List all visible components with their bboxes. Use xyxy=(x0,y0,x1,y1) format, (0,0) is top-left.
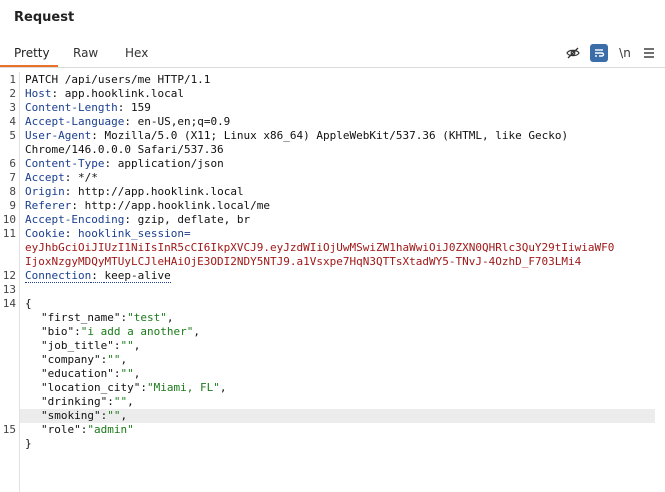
json-key: "education" xyxy=(41,367,114,380)
header-value: */* xyxy=(78,171,98,184)
header-name: Content-Length xyxy=(25,101,118,114)
line-number: 8 xyxy=(9,185,16,198)
header-name: Accept-Encoding xyxy=(25,213,125,226)
header-value: en-US,en;q=0.9 xyxy=(137,115,231,128)
header-line: User-Agent: Mozilla/5.0 (X11; Linux x86_… xyxy=(25,129,569,142)
line-number: 9 xyxy=(9,199,16,212)
json-field: "education":"", xyxy=(41,367,141,380)
line-number: 3 xyxy=(9,101,16,114)
header-value: http://app.hooklink.local xyxy=(78,185,244,198)
cookie-value: eyJhbGciOiJIUzI1NiIsInR5cCI6IkpXVCJ9.eyJ… xyxy=(25,241,615,254)
header-continuation: Chrome/146.0.0.0 Safari/537.36 xyxy=(25,143,224,156)
json-open-brace: { xyxy=(25,297,32,310)
panel-title: Request xyxy=(14,10,75,25)
line-number: 7 xyxy=(9,171,16,184)
json-key: "bio" xyxy=(41,325,75,338)
json-field: "drinking":"", xyxy=(41,395,134,408)
json-field: "job_title":"", xyxy=(41,339,141,352)
json-field: "location_city":"Miami, FL", xyxy=(41,381,227,394)
json-key: "role" xyxy=(41,423,81,436)
json-key: "drinking" xyxy=(41,395,108,408)
cookie-name: hooklink_session= xyxy=(78,227,191,240)
json-close-brace: } xyxy=(25,437,32,450)
header-line: Accept-Encoding: gzip, deflate, br xyxy=(25,213,251,226)
menu-icon[interactable] xyxy=(640,44,658,62)
line-number: 4 xyxy=(9,115,16,128)
line-number: 6 xyxy=(9,157,16,170)
header-value: app.hooklink.local xyxy=(64,87,184,100)
header-value: keep-alive xyxy=(104,269,171,283)
header-value: http://app.hooklink.local/me xyxy=(84,199,271,212)
header-line: Host: app.hooklink.local xyxy=(25,87,184,100)
tab-pretty[interactable]: Pretty xyxy=(14,41,50,65)
json-field: "smoking":"", xyxy=(41,409,128,422)
request-editor[interactable]: 1 2 3 4 5 6 7 8 9 10 11 12 13 14 15 PATC… xyxy=(0,72,665,492)
json-value: "" xyxy=(107,353,121,366)
json-value: "" xyxy=(107,409,121,422)
header-value: 159 xyxy=(130,101,151,114)
header-name: Cookie xyxy=(25,227,65,240)
line-number: 12 xyxy=(2,269,16,282)
tab-raw[interactable]: Raw xyxy=(73,41,98,65)
line-number: 5 xyxy=(9,129,16,142)
json-value: "admin" xyxy=(87,423,134,436)
header-name: Content-Type xyxy=(25,157,105,170)
json-value: "Miami, FL" xyxy=(146,381,220,394)
header-line: Origin: http://app.hooklink.local xyxy=(25,185,244,198)
header-name: Origin xyxy=(25,185,65,198)
json-key: "first_name" xyxy=(41,311,121,324)
json-value: "" xyxy=(120,367,134,380)
line-number-gutter: 1 2 3 4 5 6 7 8 9 10 11 12 13 14 15 xyxy=(0,72,20,492)
header-name: Accept xyxy=(25,171,65,184)
line-number: 13 xyxy=(2,283,16,296)
header-line: Referer: http://app.hooklink.local/me xyxy=(25,199,271,212)
json-key: "smoking" xyxy=(41,409,101,422)
json-field: "first_name":"test", xyxy=(41,311,174,324)
header-name: Referer xyxy=(25,199,72,212)
line-number: 15 xyxy=(2,423,16,436)
request-line: PATCH /api/users/me HTTP/1.1 xyxy=(25,73,211,86)
header-line: Accept-Language: en-US,en;q=0.9 xyxy=(25,115,231,128)
header-line: Accept: */* xyxy=(25,171,98,184)
header-name: Accept-Language xyxy=(25,115,125,128)
cookie-value: IjoxNzgyMDQyMTUyLCJleHAiOjE3ODI2NDY5NTJ9… xyxy=(25,255,582,268)
header-line: Content-Type: application/json xyxy=(25,157,224,170)
line-number: 14 xyxy=(2,297,16,310)
json-key: "job_title" xyxy=(41,339,114,352)
line-number: 11 xyxy=(2,227,16,240)
json-value: "i add a another" xyxy=(80,325,194,338)
json-field: "role":"admin" xyxy=(41,423,134,436)
header-name: Connection xyxy=(25,269,92,283)
json-value: "" xyxy=(120,339,134,352)
header-value: gzip, deflate, br xyxy=(137,213,251,226)
header-value: Mozilla/5.0 (X11; Linux x86_64) AppleWeb… xyxy=(104,129,569,142)
header-line: Content-Length: 159 xyxy=(25,101,151,114)
json-key: "location_city" xyxy=(41,381,141,394)
tab-hex[interactable]: Hex xyxy=(125,41,148,65)
eye-off-icon[interactable] xyxy=(564,44,582,62)
toolbar-divider xyxy=(0,67,665,68)
json-value: "" xyxy=(113,395,128,408)
json-field: "company":"", xyxy=(41,353,128,366)
json-value: "test" xyxy=(127,311,167,324)
line-number: 10 xyxy=(2,213,16,226)
header-line: Connection: keep-alive xyxy=(25,269,171,283)
line-number: 2 xyxy=(9,87,16,100)
header-name: Host xyxy=(25,87,52,100)
header-line: Cookie: hooklink_session= xyxy=(25,227,191,240)
wrap-lines-icon[interactable] xyxy=(590,44,608,62)
header-name: User-Agent xyxy=(25,129,92,142)
json-key: "company" xyxy=(41,353,101,366)
header-value: application/json xyxy=(117,157,224,170)
json-field: "bio":"i add a another", xyxy=(41,325,200,338)
newline-icon[interactable]: \n xyxy=(616,44,634,62)
line-number: 1 xyxy=(9,73,16,86)
